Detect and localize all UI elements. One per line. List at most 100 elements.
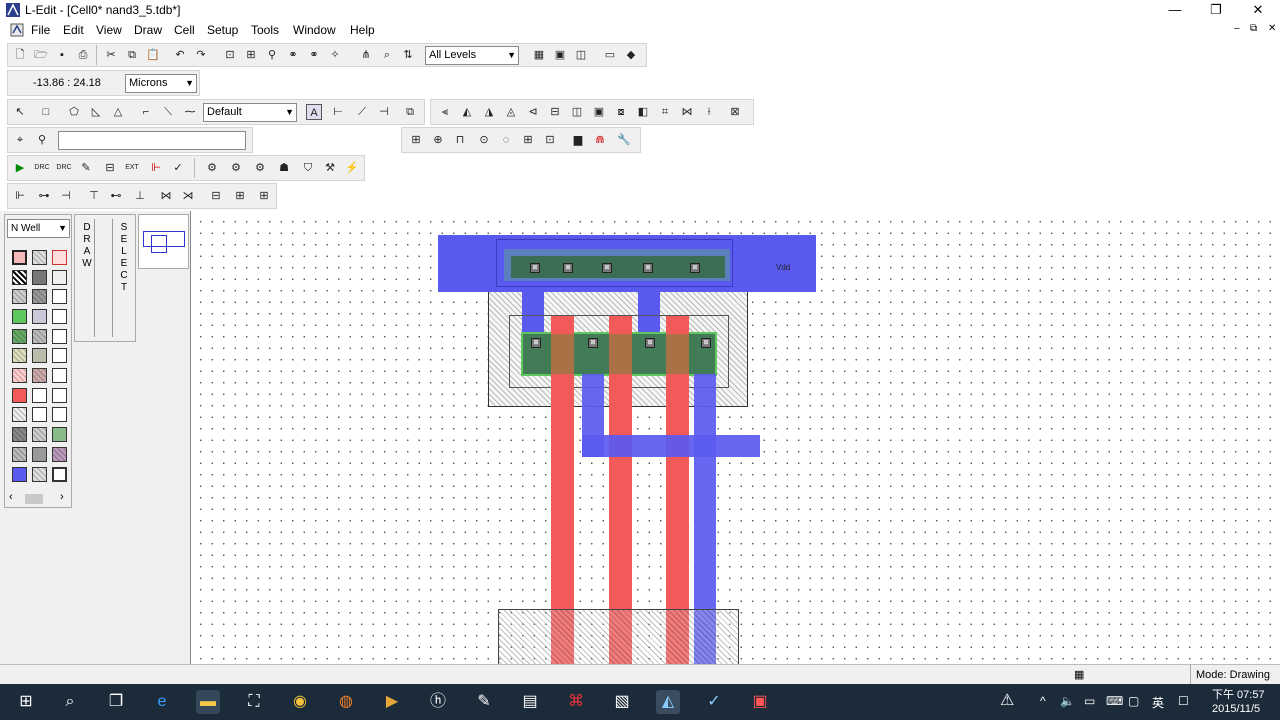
wire-tool-icon[interactable]: ⌐ [138, 104, 154, 120]
chip-icon[interactable]: ▆ [570, 132, 586, 148]
layer-combo[interactable]: N Well ▼ [7, 219, 70, 238]
scroll-left-button[interactable]: ‹ [9, 491, 13, 503]
select-mode-tab[interactable]: S E L E C T [117, 219, 133, 337]
close-button[interactable]: ✕ [1238, 0, 1278, 20]
polygon-tool-icon[interactable]: ⬠ [66, 104, 82, 120]
spread-icon[interactable]: ⊣ [58, 188, 74, 204]
redo-icon[interactable]: ↷ [193, 47, 209, 63]
instance-tool-icon[interactable]: ⧉ [402, 104, 418, 120]
flip-horizontal-icon[interactable]: ◮ [481, 104, 497, 120]
layer-swatch[interactable] [12, 368, 27, 383]
layer-swatch[interactable] [12, 270, 27, 285]
hierarchy-icon[interactable]: ⋔ [358, 47, 374, 63]
layout-canvas[interactable]: ⊠ ⊠ ⊠ ⊠ ⊠ Vdd ⊠ ⊠ ⊠ ⊠ [191, 211, 1280, 664]
align-middle-icon[interactable]: ◫ [569, 104, 585, 120]
h-space-icon[interactable]: ⋈ [158, 188, 174, 204]
open-folder-icon[interactable]: 🗁 [33, 47, 49, 63]
media-player-icon[interactable]: ▶ [380, 690, 404, 714]
firefox-icon[interactable]: ◍ [334, 690, 358, 714]
layer-swatch[interactable] [52, 309, 67, 324]
select-arrow-icon[interactable]: ↖ [12, 104, 28, 120]
undo-icon[interactable]: ↶ [172, 47, 188, 63]
layer-swatch[interactable] [12, 289, 27, 304]
place-route-icon[interactable]: ⚙ [204, 160, 220, 176]
contact[interactable]: ⊠ [643, 263, 653, 273]
file-explorer-icon[interactable]: ▬ [196, 690, 220, 714]
contact[interactable]: ⊠ [645, 338, 655, 348]
clock-time[interactable]: 下午 07:57 [1212, 686, 1265, 702]
magic-icon[interactable]: ✧ [327, 47, 343, 63]
menu-help[interactable]: Help [350, 23, 375, 37]
layer-swatch[interactable] [52, 348, 67, 363]
pdf-reader-icon[interactable]: ⌘ [564, 690, 588, 714]
mdi-restore-button[interactable]: ⧉ [1250, 23, 1257, 34]
lvs-taskbar-icon[interactable]: ✓ [702, 690, 726, 714]
layer-swatch[interactable] [32, 329, 47, 344]
display-icon[interactable]: ▭ [602, 47, 618, 63]
ime-indicator[interactable]: 英 [1152, 694, 1164, 711]
document-icon[interactable] [10, 23, 24, 37]
magnet-icon[interactable]: ⋒ [592, 132, 608, 148]
menu-draw[interactable]: Draw [134, 23, 162, 37]
layer-swatch-nwell[interactable] [12, 250, 27, 265]
layer-swatch[interactable] [32, 289, 47, 304]
gear-options-icon[interactable]: ⚙ [252, 160, 268, 176]
nmos-region[interactable] [498, 609, 739, 664]
menu-tools[interactable]: Tools [251, 23, 279, 37]
grid-array-icon[interactable]: ⊞ [256, 188, 272, 204]
clock-date[interactable]: 2015/11/5 [1212, 703, 1260, 715]
layer-swatch[interactable] [52, 388, 67, 403]
cell-preview[interactable] [138, 214, 189, 269]
style-combo[interactable]: Default ▼ [203, 103, 297, 122]
macro-icon[interactable]: ⚡ [344, 160, 360, 176]
lvs-icon[interactable]: ⊩ [148, 160, 164, 176]
store-icon[interactable]: ⛶ [242, 690, 266, 714]
layer-swatch[interactable] [52, 467, 67, 482]
merge-icon[interactable]: ◧ [635, 104, 651, 120]
cross-section-icon[interactable]: ⊟ [102, 160, 118, 176]
tools-icon[interactable]: ⚒ [322, 160, 338, 176]
snap-icon[interactable]: ⊡ [542, 132, 558, 148]
binoculars-icon[interactable]: ⚭ [285, 47, 301, 63]
find-next-icon[interactable]: ⚭ [306, 47, 322, 63]
align-left-icon[interactable]: ⫷ [437, 104, 453, 120]
ruler-any-tool-icon[interactable]: ⊣ [376, 104, 392, 120]
contact[interactable]: ⊠ [563, 263, 573, 273]
chrome-icon[interactable]: ◉ [288, 690, 312, 714]
layer-swatch[interactable] [52, 250, 67, 265]
action-center-icon[interactable]: ☐ [1178, 694, 1189, 708]
chain-icon[interactable]: ⊷ [108, 188, 124, 204]
ledit-taskbar-icon[interactable]: ◭ [656, 690, 680, 714]
layer-swatch[interactable] [52, 447, 67, 462]
layer-swatch[interactable] [52, 427, 67, 442]
split-icon[interactable]: ⋈ [679, 104, 695, 120]
layer-swatch[interactable] [52, 270, 67, 285]
layer-swatch[interactable] [52, 407, 67, 422]
wrench-icon[interactable]: 🔧 [616, 132, 632, 148]
layer-swatch[interactable] [52, 329, 67, 344]
layer-swatch[interactable] [12, 427, 27, 442]
vdd-label[interactable]: Vdd [776, 263, 790, 272]
menu-window[interactable]: Window [293, 23, 336, 37]
keyboard-icon[interactable]: ⌨ [1106, 694, 1123, 708]
units-combo[interactable]: Microns ▼ [125, 74, 197, 93]
copy-icon[interactable]: ⧉ [124, 47, 140, 63]
layer-swatch[interactable] [12, 407, 27, 422]
menu-file[interactable]: File [31, 23, 50, 37]
wire-45-tool-icon[interactable]: ⟍ [160, 104, 176, 120]
run-drc-icon[interactable]: ▶ [12, 160, 28, 176]
layer-swatch[interactable] [32, 427, 47, 442]
search-icon[interactable]: ⌕ [379, 47, 395, 63]
mdi-minimize-button[interactable]: – [1234, 23, 1240, 34]
minimize-button[interactable]: — [1155, 0, 1195, 20]
locate-icon[interactable]: ⚲ [34, 132, 50, 148]
show-hidden-icons-chevron[interactable]: ^ [1040, 694, 1046, 708]
contact[interactable]: ⊠ [588, 338, 598, 348]
paste-icon[interactable]: 📋 [145, 47, 161, 63]
edge-browser-icon[interactable]: e [150, 690, 174, 714]
group-icon[interactable]: ▣ [591, 104, 607, 120]
slice-icon[interactable]: ⌗ [657, 104, 673, 120]
align-cells-icon[interactable]: ⊩ [12, 188, 28, 204]
drc-box-icon[interactable]: DRC [34, 160, 50, 176]
layer-swatch[interactable] [32, 467, 47, 482]
